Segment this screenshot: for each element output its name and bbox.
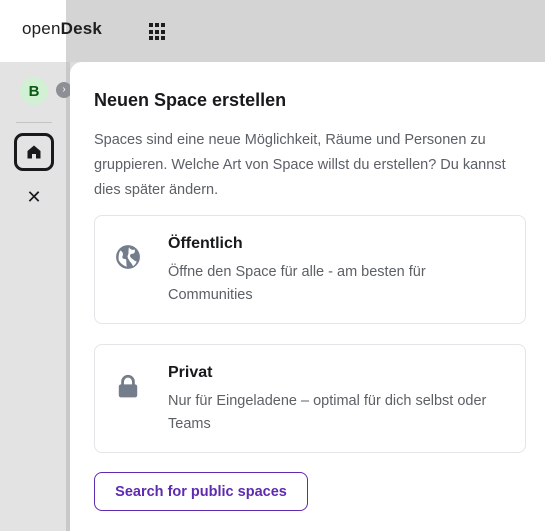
private-option-description: Nur für Eingeladene – optimal für dich s… xyxy=(168,393,487,432)
collapse-glyph: › xyxy=(62,84,66,95)
public-option-description: Öffne den Space für alle - am besten für… xyxy=(168,264,426,303)
sidebar-divider xyxy=(16,122,52,123)
avatar-letter: B xyxy=(28,82,40,100)
private-space-option[interactable]: Privat Nur für Eingeladene – optimal für… xyxy=(94,344,526,453)
close-icon[interactable]: ✕ xyxy=(24,187,44,207)
logo-text-desk: Desk xyxy=(60,19,103,38)
home-button[interactable] xyxy=(14,133,54,171)
create-space-dialog: Neuen Space erstellen Spaces sind eine n… xyxy=(70,62,545,531)
search-public-spaces-button[interactable]: Search for public spaces xyxy=(94,472,308,511)
apps-grid-icon[interactable] xyxy=(146,20,170,44)
logo-text-open: open xyxy=(22,19,61,38)
close-glyph: ✕ xyxy=(26,187,42,207)
public-space-option[interactable]: Öffentlich Öffne den Space für alle - am… xyxy=(94,215,526,324)
private-option-title: Privat xyxy=(168,364,213,381)
lock-icon xyxy=(118,374,138,398)
avatar[interactable]: B xyxy=(20,77,48,105)
public-option-title: Öffentlich xyxy=(168,235,243,252)
opendesk-logo: openDesk xyxy=(22,19,102,39)
dialog-title: Neuen Space erstellen xyxy=(94,90,287,110)
home-icon xyxy=(27,145,41,159)
logo-container: openDesk xyxy=(0,0,102,62)
dialog-description: Spaces sind eine neue Möglichkeit, Räume… xyxy=(94,132,506,198)
globe-icon xyxy=(116,245,140,269)
